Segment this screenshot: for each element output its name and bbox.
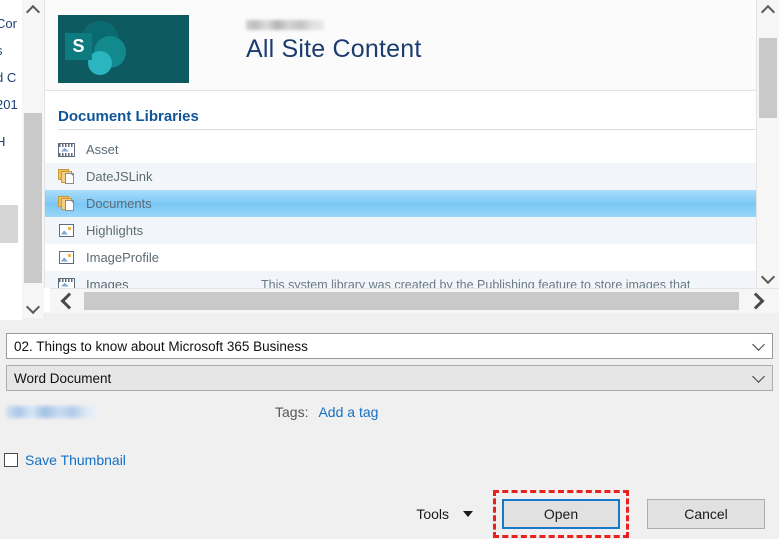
scroll-up-icon[interactable] [22,0,44,20]
section-heading-document-libraries: Document Libraries [58,108,757,130]
redacted-author-name [6,406,98,418]
tools-button[interactable]: Tools [414,502,475,526]
scroll-left-icon[interactable] [58,289,80,313]
picture-library-icon [58,223,76,239]
background-fragment: s [0,43,3,58]
list-item[interactable]: ImageProfile [44,244,757,271]
dialog-form-area: 02. Things to know about Microsoft 365 B… [0,312,779,539]
scroll-down-icon[interactable] [22,298,44,318]
scrollbar-thumb[interactable] [24,113,42,283]
file-name-value: 02. Things to know about Microsoft 365 B… [14,339,308,354]
document-library-icon [58,169,76,185]
site-header: S All Site Content [44,0,757,91]
site-browse-panel: S All Site Content Document Libraries As… [44,0,779,288]
tools-label: Tools [416,506,449,522]
screenshot-root: Cor s d C 201 H S All Site Content Docum… [0,0,779,539]
file-type-value: Word Document [14,371,111,386]
list-item[interactable]: Asset [44,136,757,163]
picture-library-icon [58,277,76,289]
library-description: This system library was created by the P… [261,278,690,289]
background-gray-block [0,205,18,243]
site-title-block: All Site Content [246,20,422,64]
redacted-site-name [246,20,324,30]
panel-footer-sliver [44,288,50,312]
page-title: All Site Content [246,35,422,64]
library-name: Highlights [86,223,261,238]
scroll-right-icon[interactable] [745,289,767,313]
background-fragment: H [0,134,5,149]
library-name: ImageProfile [86,250,261,265]
chevron-down-icon[interactable] [752,338,765,351]
sharepoint-logo-letter: S [65,33,92,60]
document-libraries-list: Asset DateJSLink Documents [44,136,757,288]
left-vertical-scrollbar[interactable] [22,0,45,318]
library-name: Documents [86,196,261,211]
library-name: Asset [86,142,261,157]
add-a-tag-link[interactable]: Add a tag [318,404,378,420]
scroll-down-icon[interactable] [757,268,778,288]
list-item[interactable]: Images This system library was created b… [44,271,757,288]
background-fragment: d C [0,70,16,85]
picture-library-icon [58,142,76,158]
scrollbar-thumb[interactable] [759,38,777,118]
document-library-icon [58,196,76,212]
dialog-button-row: Tools Open Cancel [414,490,765,538]
right-vertical-scrollbar[interactable] [756,0,779,288]
list-item[interactable]: DateJSLink [44,163,757,190]
save-thumbnail-label[interactable]: Save Thumbnail [25,452,126,468]
open-button-annotation-highlight: Open [493,490,629,538]
scrollbar-thumb[interactable] [84,292,739,310]
picture-library-icon [58,250,76,266]
sharepoint-logo: S [58,15,189,83]
chevron-down-icon[interactable] [463,511,473,517]
cancel-button[interactable]: Cancel [647,499,765,529]
file-type-combobox[interactable]: Word Document [6,365,773,391]
chevron-down-icon[interactable] [752,370,765,383]
background-fragment: Cor [0,16,17,31]
horizontal-scrollbar[interactable] [44,288,779,313]
library-name: Images [86,277,261,288]
file-name-combobox[interactable]: 02. Things to know about Microsoft 365 B… [6,333,773,359]
tags-label: Tags: [275,404,308,420]
list-item-selected[interactable]: Documents [44,190,757,217]
tags-row: Tags: Add a tag [275,404,378,420]
open-button[interactable]: Open [502,499,620,529]
library-name: DateJSLink [86,169,261,184]
list-item[interactable]: Highlights [44,217,757,244]
save-thumbnail-row[interactable]: Save Thumbnail [4,452,126,468]
save-thumbnail-checkbox[interactable] [4,453,18,467]
scroll-up-icon[interactable] [757,0,778,20]
background-clipped-text: Cor s d C 201 H [0,0,22,320]
background-fragment: 201 [0,97,18,112]
